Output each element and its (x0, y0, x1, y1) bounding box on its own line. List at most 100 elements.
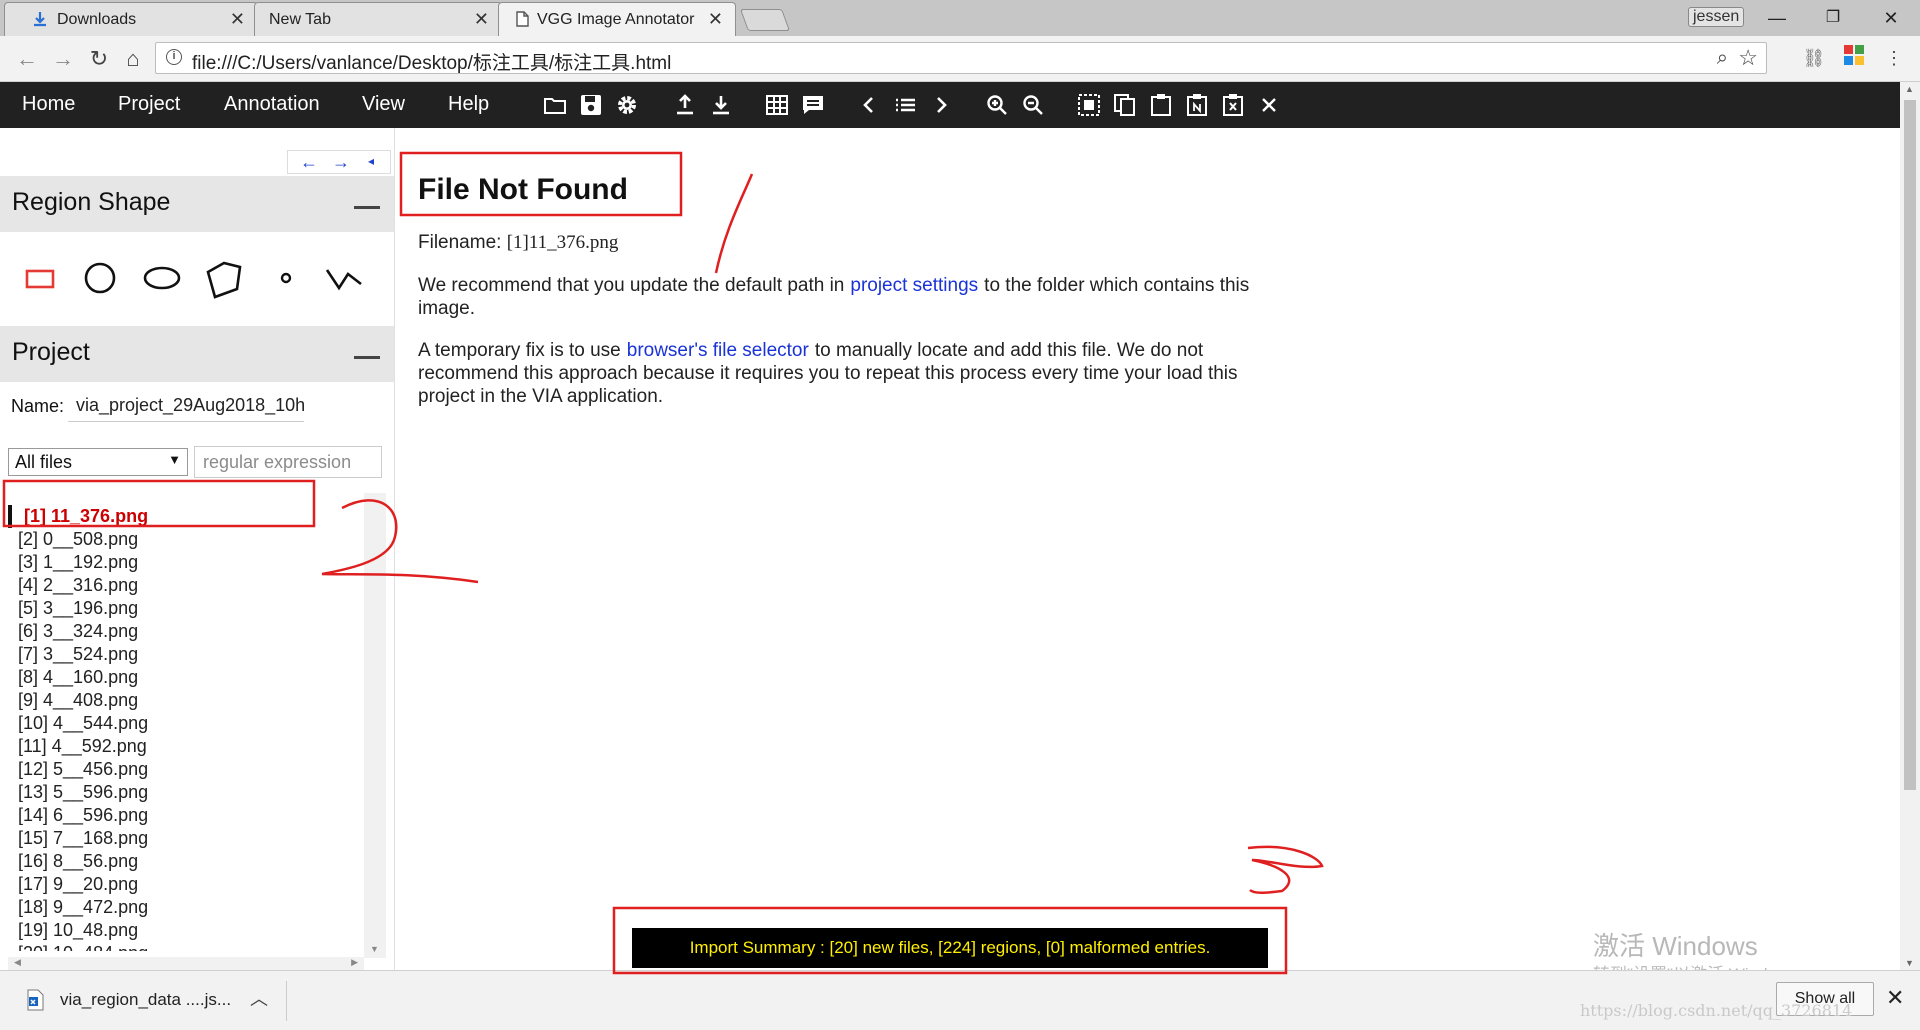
zoom-icon[interactable]: ⌕ (1717, 47, 1728, 70)
blog-watermark: https://blog.csdn.net/qq_3726814 (1580, 1001, 1853, 1020)
menu-annotation[interactable]: Annotation (224, 93, 320, 116)
file-list-item[interactable]: [7] 3__524.png (8, 643, 362, 666)
file-list-item[interactable]: [11] 4__592.png (8, 735, 362, 758)
scroll-right-icon[interactable]: ▶ (351, 957, 358, 968)
close-icon[interactable] (1256, 92, 1282, 118)
download-shelf: via_region_data ....js... ︿ Show all ✕ (0, 970, 1920, 1030)
project-header[interactable]: Project (0, 326, 394, 382)
menu-home[interactable]: Home (22, 93, 75, 116)
dropdown-caret-icon: ▼ (168, 452, 181, 467)
shrink-sidebar-icon[interactable]: ← (300, 152, 318, 173)
zoom-in-icon[interactable] (984, 92, 1010, 118)
grow-sidebar-icon[interactable]: → (332, 152, 350, 173)
copy-icon[interactable] (1112, 92, 1138, 118)
menu-icon[interactable]: ⋮ (1880, 44, 1908, 72)
download-icon[interactable] (708, 92, 734, 118)
extension-s3-icon[interactable] (1840, 44, 1868, 72)
close-icon[interactable]: ✕ (1886, 985, 1904, 1011)
hide-sidebar-icon[interactable]: ◂ (368, 154, 374, 168)
file-list-item[interactable]: [5] 3__196.png (8, 597, 362, 620)
regex-filter-input[interactable]: regular expression (194, 446, 382, 478)
menu-view[interactable]: View (362, 93, 405, 116)
collapse-icon[interactable] (354, 206, 380, 209)
profile-name[interactable]: jessen (1688, 7, 1745, 27)
zoom-out-icon[interactable] (1020, 92, 1046, 118)
file-list-item[interactable]: [17] 9__20.png (8, 873, 362, 896)
menu-help[interactable]: Help (448, 93, 489, 116)
save-icon[interactable] (578, 92, 604, 118)
chevron-up-icon[interactable]: ︿ (250, 985, 268, 1011)
file-list-item[interactable]: [15] 7__168.png (8, 827, 362, 850)
list-icon[interactable] (892, 92, 918, 118)
scroll-down-icon[interactable]: ▼ (1905, 958, 1914, 968)
file-selector-link[interactable]: browser's file selector (621, 340, 815, 361)
file-list-item[interactable]: [10] 4__544.png (8, 712, 362, 735)
scroll-up-icon[interactable]: ▲ (1905, 84, 1914, 94)
open-folder-icon[interactable] (542, 92, 568, 118)
grid-icon[interactable] (764, 92, 790, 118)
settings-icon[interactable] (614, 92, 640, 118)
select-all-icon[interactable] (1076, 92, 1102, 118)
forward-icon[interactable]: → (48, 44, 78, 74)
page-scrollbar[interactable]: ▲ ▼ (1900, 82, 1920, 970)
project-name-input[interactable]: via_project_29Aug2018_10h (68, 388, 304, 422)
file-list-item[interactable]: [16] 8__56.png (8, 850, 362, 873)
polyline-icon[interactable] (322, 256, 366, 300)
file-list-item[interactable]: [12] 5__456.png (8, 758, 362, 781)
tab-new-tab[interactable]: New Tab ✕ (254, 2, 502, 36)
file-list-item[interactable]: [18] 9__472.png (8, 896, 362, 919)
close-icon[interactable]: ✕ (230, 9, 245, 30)
collapse-icon[interactable] (354, 356, 380, 359)
file-list-item[interactable]: [6] 3__324.png (8, 620, 362, 643)
next-icon[interactable] (928, 92, 954, 118)
minimize-icon[interactable]: — (1752, 4, 1802, 32)
file-filter-select[interactable]: All files ▼ (8, 448, 188, 476)
extension-icon[interactable]: ⛓ (1800, 44, 1828, 72)
page-icon (516, 11, 529, 27)
current-file-item[interactable]: [1] 11_376.png (8, 505, 362, 528)
recommend-paragraph: We recommend that you update the default… (418, 274, 1298, 320)
reload-icon[interactable]: ↻ (84, 44, 114, 74)
file-list-item[interactable]: [9] 4__408.png (8, 689, 362, 712)
address-bar[interactable]: i file:///C:/Users/vanlance/Desktop/标注工具… (155, 42, 1767, 74)
circle-icon[interactable] (78, 256, 122, 300)
file-list-item[interactable]: [13] 5__596.png (8, 781, 362, 804)
home-icon[interactable]: ⌂ (118, 44, 148, 74)
tab-vgg-image-annotator[interactable]: VGG Image Annotator ✕ (498, 2, 736, 36)
region-shape-header[interactable]: Region Shape (0, 176, 394, 232)
restore-icon[interactable]: ❐ (1808, 4, 1858, 32)
file-list-item[interactable]: [2] 0__508.png (8, 528, 362, 551)
point-icon[interactable] (264, 256, 308, 300)
scroll-down-icon[interactable]: ▼ (370, 944, 379, 954)
polygon-icon[interactable] (202, 256, 246, 300)
download-item[interactable]: via_region_data ....js... (60, 990, 231, 1010)
file-list-item[interactable]: [4] 2__316.png (8, 574, 362, 597)
close-icon[interactable]: ✕ (474, 9, 489, 30)
file-list-hscrollbar[interactable]: ◀ ▶ (8, 957, 364, 971)
info-icon[interactable]: i (166, 49, 182, 65)
file-list-item[interactable]: [3] 1__192.png (8, 551, 362, 574)
file-list-item[interactable]: [20] 10_484.png (8, 942, 362, 951)
prev-icon[interactable] (856, 92, 882, 118)
project-settings-link[interactable]: project settings (844, 275, 984, 296)
menu-project[interactable]: Project (118, 93, 180, 116)
comment-icon[interactable] (800, 92, 826, 118)
upload-icon[interactable] (672, 92, 698, 118)
new-tab-button[interactable] (739, 9, 791, 31)
scroll-left-icon[interactable]: ◀ (14, 957, 21, 968)
back-icon[interactable]: ← (12, 44, 42, 74)
scrollbar-thumb[interactable] (1904, 100, 1916, 790)
delete-icon[interactable] (1220, 92, 1246, 118)
window-close-icon[interactable]: ✕ (1866, 4, 1916, 32)
file-list-scrollbar[interactable]: ▼ (364, 493, 386, 958)
tab-downloads[interactable]: Downloads ✕ (4, 2, 258, 36)
paste-n-icon[interactable] (1184, 92, 1210, 118)
bookmark-star-icon[interactable]: ☆ (1738, 45, 1758, 71)
rect-icon[interactable] (18, 256, 62, 300)
ellipse-icon[interactable] (140, 256, 184, 300)
close-icon[interactable]: ✕ (708, 9, 723, 30)
file-list-item[interactable]: [14] 6__596.png (8, 804, 362, 827)
paste-icon[interactable] (1148, 92, 1174, 118)
file-list-item[interactable]: [8] 4__160.png (8, 666, 362, 689)
file-list-item[interactable]: [19] 10_48.png (8, 919, 362, 942)
